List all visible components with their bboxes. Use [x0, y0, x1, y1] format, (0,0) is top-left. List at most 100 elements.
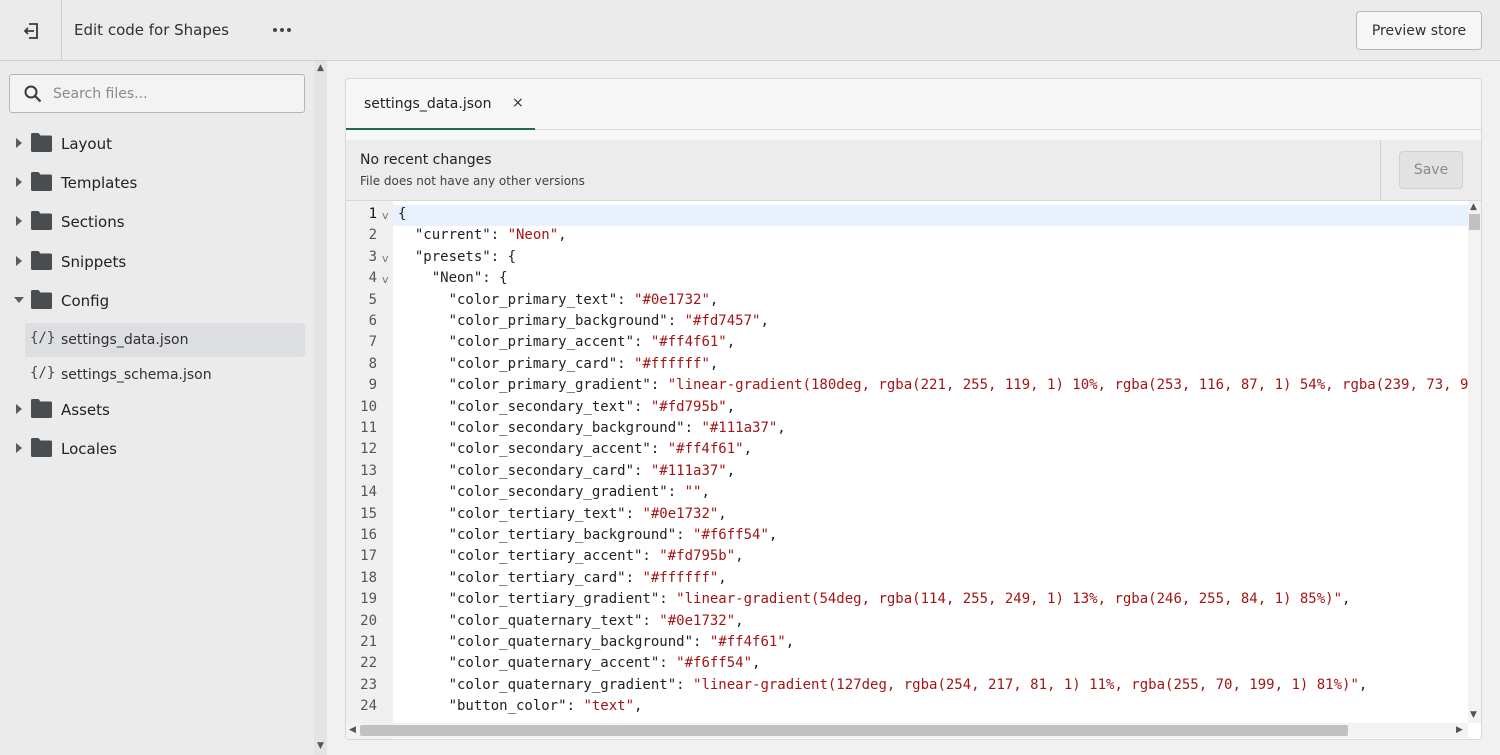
sidebar-folder-config[interactable]: Config	[0, 283, 314, 319]
preview-store-button[interactable]: Preview store	[1356, 11, 1482, 50]
code-token: "color_tertiary_gradient":	[398, 591, 677, 608]
caret-right-icon	[16, 216, 22, 226]
code-line[interactable]: "color_primary_accent": "#ff4f61",	[398, 334, 736, 351]
editor-vertical-scrollbar[interactable]: ▲ ▼	[1468, 201, 1481, 723]
sidebar-scrollbar[interactable]: ▲ ▼	[314, 61, 327, 755]
scroll-right-arrow[interactable]: ▶	[1456, 725, 1463, 735]
code-line[interactable]: "color_tertiary_card": "#ffffff",	[398, 570, 727, 586]
scroll-up-arrow[interactable]: ▲	[1470, 202, 1477, 212]
line-gutter: 1 v 2 3 v 4 v 5 6 7 8 9 10 11 12 13 14 15 16 17 18 19 20 21 22 23…	[346, 201, 393, 739]
sidebar-folder-locales[interactable]: Locales	[0, 431, 314, 467]
code-token: ,	[718, 505, 727, 522]
string-token: "#ffffff"	[634, 355, 710, 372]
code-token: ,	[735, 548, 744, 565]
code-token: "color_primary_card":	[398, 355, 635, 372]
string-token: "#ffffff"	[642, 569, 719, 586]
line-number: 3	[368, 248, 377, 265]
code-token: "color_primary_gradient":	[398, 377, 668, 394]
code-line[interactable]: "color_secondary_accent": "#ff4f61",	[398, 441, 752, 457]
code-token: "color_quaternary_gradient":	[398, 676, 694, 693]
sidebar-folder-assets[interactable]: Assets	[0, 392, 314, 428]
exit-button[interactable]	[0, 0, 62, 61]
editor-horizontal-scrollbar[interactable]: ◀ ▶	[346, 723, 1468, 738]
code-line[interactable]: "button_color": "text",	[398, 698, 643, 714]
scroll-down-arrow[interactable]: ▼	[1470, 710, 1477, 720]
string-token: "#0e1732"	[659, 612, 736, 629]
sidebar-file-settings-schema-json[interactable]: {/} settings_schema.json	[25, 358, 305, 392]
line-number: 15	[360, 505, 377, 522]
scroll-thumb[interactable]	[360, 725, 1348, 736]
folder-icon	[31, 133, 52, 152]
sidebar-file-settings-data-json[interactable]: {/} settings_data.json	[25, 323, 305, 357]
code-line[interactable]: "presets": {	[398, 249, 516, 265]
string-token: "linear-gradient(54deg, rgba(114, 255, 2…	[676, 591, 1343, 608]
sidebar-folder-snippets[interactable]: Snippets	[0, 244, 314, 280]
string-token: ""	[684, 484, 702, 501]
code-line[interactable]: "current": "Neon",	[398, 227, 567, 243]
code-line[interactable]: "color_quaternary_accent": "#f6ff54",	[398, 655, 761, 671]
code-token: "color_secondary_text":	[398, 398, 651, 415]
scroll-thumb[interactable]	[1469, 214, 1480, 230]
code-line[interactable]: "color_quaternary_background": "#ff4f61"…	[398, 634, 795, 650]
tab-bar: settings_data.json ×	[346, 79, 1481, 130]
code-line[interactable]: "color_primary_background": "#fd7457",	[398, 313, 769, 329]
search-icon	[24, 85, 42, 103]
string-token: "#fd795b"	[659, 548, 736, 565]
line-number: 8	[368, 355, 377, 372]
code-line[interactable]: "color_secondary_text": "#fd795b",	[398, 398, 736, 415]
editor-panel: settings_data.json × No recent changes F…	[345, 78, 1482, 740]
code-line[interactable]: "color_primary_card": "#ffffff",	[398, 355, 719, 372]
scroll-up-arrow[interactable]: ▲	[317, 63, 324, 73]
code-line[interactable]: "color_tertiary_background": "#f6ff54",	[398, 527, 778, 543]
line-number: 22	[360, 655, 377, 672]
fold-toggle-icon[interactable]: v	[382, 273, 389, 286]
search-input[interactable]	[53, 75, 293, 112]
code-line[interactable]: "color_tertiary_text": "#0e1732",	[398, 506, 727, 522]
code-line[interactable]: "Neon": {	[398, 270, 508, 286]
save-button[interactable]: Save	[1399, 151, 1463, 189]
code-token: "color_primary_accent":	[398, 334, 651, 351]
more-horizontal-icon	[273, 28, 291, 32]
code-token: ,	[726, 462, 736, 479]
fold-toggle-icon[interactable]: v	[382, 209, 389, 222]
code-line[interactable]: "color_primary_gradient": "linear-gradie…	[398, 377, 1477, 393]
code-line[interactable]: "color_quaternary_text": "#0e1732",	[398, 613, 744, 629]
string-token: "#fd795b"	[650, 398, 727, 415]
line-number: 23	[360, 676, 377, 693]
close-icon[interactable]: ×	[512, 95, 524, 111]
string-token: "#ff4f61"	[650, 334, 727, 351]
caret-right-icon	[16, 404, 22, 414]
code-line[interactable]: "color_secondary_card": "#111a37",	[398, 462, 736, 479]
code-token: ,	[743, 441, 753, 458]
string-token: "#ff4f61"	[709, 634, 786, 650]
fold-toggle-icon[interactable]: v	[382, 252, 389, 265]
code-line[interactable]: "color_secondary_background": "#111a37",	[398, 420, 786, 436]
line-number: 5	[368, 291, 377, 308]
string-token: "#0e1732"	[642, 505, 719, 522]
sidebar-folder-sections[interactable]: Sections	[0, 204, 314, 240]
caret-right-icon	[16, 138, 22, 148]
code-token: ,	[760, 313, 769, 329]
tab-settings-data[interactable]: settings_data.json ×	[346, 79, 535, 130]
code-line[interactable]: "color_quaternary_gradient": "linear-gra…	[398, 676, 1368, 693]
code-line[interactable]: "color_tertiary_gradient": "linear-gradi…	[398, 591, 1351, 608]
code-line[interactable]: "color_primary_text": "#0e1732",	[398, 292, 719, 308]
code-token: ,	[558, 227, 567, 244]
scroll-left-arrow[interactable]: ◀	[349, 725, 356, 735]
scroll-down-arrow[interactable]: ▼	[317, 741, 324, 751]
line-number: 19	[360, 591, 377, 608]
code-line[interactable]: "color_secondary_gradient": "",	[398, 484, 710, 500]
folder-icon	[31, 251, 52, 270]
code-token: "color_quaternary_text":	[398, 612, 660, 629]
version-bar: No recent changes File does not have any…	[346, 140, 1481, 201]
code-editor[interactable]: 1 v 2 3 v 4 v 5 6 7 8 9 10 11 12 13 14 15 16 17 18 19 20 21 22 23…	[346, 201, 1481, 739]
sidebar-folder-templates[interactable]: Templates	[0, 165, 314, 201]
code-token: "color_secondary_card":	[398, 462, 651, 479]
sidebar-folder-layout[interactable]: Layout	[0, 126, 314, 162]
code-line[interactable]: "color_tertiary_accent": "#fd795b",	[398, 548, 744, 564]
folder-label: Sections	[61, 213, 125, 231]
more-actions-button[interactable]	[272, 20, 292, 40]
code-line[interactable]: {	[398, 206, 406, 222]
code-token: "color_secondary_background":	[398, 420, 702, 436]
string-token: "linear-gradient(127deg, rgba(254, 217, …	[693, 676, 1359, 693]
